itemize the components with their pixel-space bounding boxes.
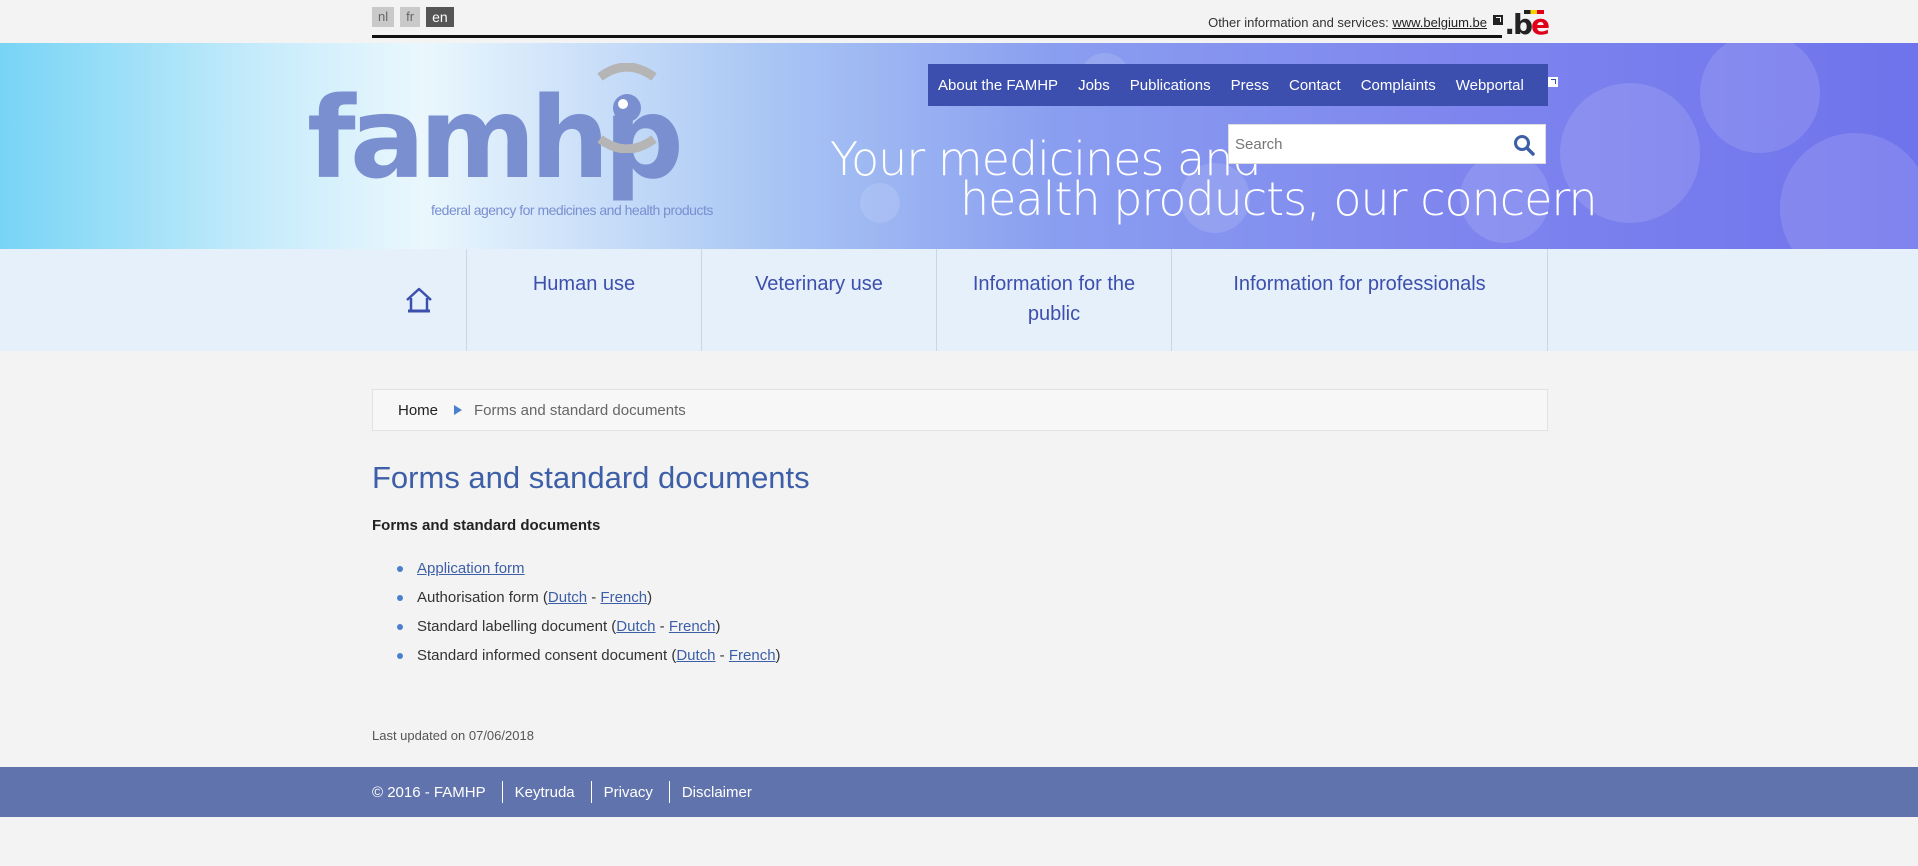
item-text: Standard informed consent document ( [417,647,677,664]
top-navigation: About the FAMHP Jobs Publications Press … [928,64,1558,106]
french-link[interactable]: French [600,589,647,606]
list-item: Application form [397,559,781,588]
breadcrumb-home[interactable]: Home [398,402,438,419]
topnav-webportal[interactable]: Webportal [1455,76,1578,94]
list-item: Standard informed consent document (Dutc… [397,646,781,675]
other-info-label: Other information and services: [1208,15,1389,30]
belgium-link[interactable]: www.belgium.be [1392,15,1487,30]
item-close: ) [715,618,721,635]
nav-home[interactable] [372,249,467,351]
belgian-flag-stripe [1524,10,1544,14]
dutch-link[interactable]: Dutch [548,589,587,606]
page-title: Forms and standard documents [372,460,810,495]
logo-subtitle: federal agency for medicines and health … [431,202,713,218]
external-link-icon [1493,15,1503,25]
item-text: Standard labelling document ( [417,618,617,635]
breadcrumb-arrow-icon [454,405,463,415]
breadcrumb: Home Forms and standard documents [372,389,1548,431]
nav-veterinary-use[interactable]: Veterinary use [702,249,937,351]
topnav-complaints[interactable]: Complaints [1361,77,1436,94]
item-text: Authorisation form ( [417,589,548,606]
lang-fr[interactable]: fr [400,7,421,27]
topnav-about[interactable]: About the FAMHP [938,77,1058,94]
item-close: ) [775,647,781,664]
lang-en[interactable]: en [426,7,454,27]
application-form-link[interactable]: Application form [417,560,525,577]
topnav-press[interactable]: Press [1231,77,1269,94]
nav-info-professionals[interactable]: Information for professionals [1172,249,1548,351]
french-link[interactable]: French [669,618,716,635]
footer-keytruda[interactable]: Keytruda [515,784,575,801]
footer-divider [668,781,670,803]
dutch-link[interactable]: Dutch [676,647,715,664]
top-divider [372,35,1502,38]
last-updated: Last updated on 07/06/2018 [372,728,534,743]
search-box [1228,124,1546,164]
search-icon[interactable] [1513,134,1535,156]
footer-disclaimer[interactable]: Disclaimer [682,784,752,801]
list-item: Authorisation form (Dutch - French) [397,588,781,617]
language-switcher: nl fr en [372,7,454,27]
other-info: Other information and services: www.belg… [1208,15,1503,30]
topnav-jobs[interactable]: Jobs [1078,77,1110,94]
footer: © 2016 - FAMHP Keytruda Privacy Disclaim… [0,767,1918,817]
list-item: Standard labelling document (Dutch - Fre… [397,617,781,646]
footer-divider [590,781,592,803]
breadcrumb-current: Forms and standard documents [474,401,686,419]
lang-nl[interactable]: nl [372,7,395,27]
nav-human-use[interactable]: Human use [467,249,702,351]
home-icon [406,287,432,313]
nav-info-public[interactable]: Information for the public [937,249,1172,351]
header-banner: famhp federal agency for medicines and h… [0,43,1918,249]
document-list: Application form Authorisation form (Dut… [397,559,781,675]
footer-privacy[interactable]: Privacy [604,784,653,801]
item-dash: - [655,618,669,635]
famhp-logo-mark-icon [597,63,657,153]
topnav-webportal-label: Webportal [1455,76,1524,94]
top-bar: nl fr en Other information and services:… [0,0,1918,43]
footer-copyright: © 2016 - FAMHP [372,783,486,801]
main-navigation: Human use Veterinary use Information for… [0,249,1918,351]
page-subheading: Forms and standard documents [372,517,601,534]
item-close: ) [647,589,653,606]
search-input[interactable] [1229,125,1499,163]
footer-divider [501,781,503,803]
nav-info-public-label: Information for the public [972,273,1136,325]
topnav-publications[interactable]: Publications [1130,77,1211,94]
topnav-contact[interactable]: Contact [1289,77,1341,94]
item-dash: - [715,647,729,664]
item-dash: - [587,589,601,606]
external-link-icon [1547,76,1558,87]
dutch-link[interactable]: Dutch [616,618,655,635]
french-link[interactable]: French [729,647,776,664]
